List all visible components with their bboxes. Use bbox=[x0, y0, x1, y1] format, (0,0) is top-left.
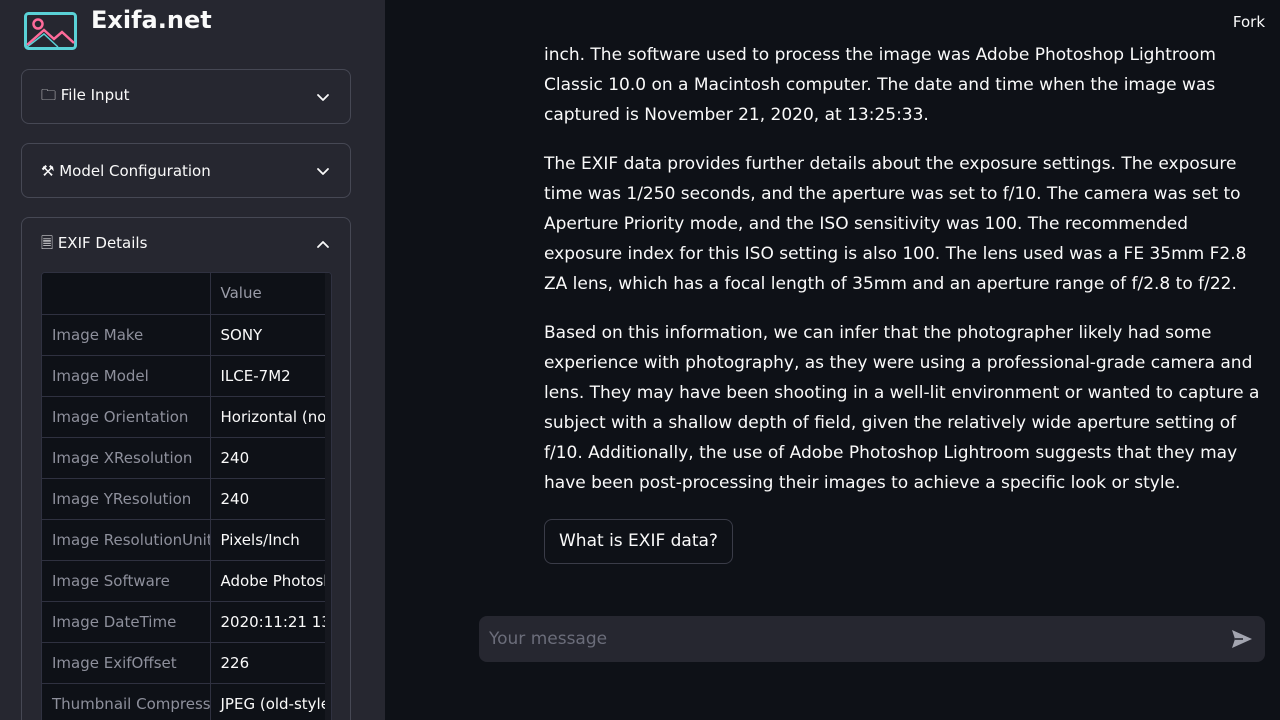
brand bbox=[24, 12, 77, 50]
message-input[interactable] bbox=[479, 616, 1219, 662]
table-row[interactable]: Image Model ILCE-7M2 bbox=[42, 355, 331, 397]
table-header-row: Value bbox=[42, 273, 331, 315]
exif-value-cell: 240 bbox=[210, 437, 331, 479]
file-input-label: 🗀 File Input bbox=[41, 85, 130, 104]
model-config-label: ⚒ Model Configuration bbox=[41, 162, 211, 180]
send-icon bbox=[1232, 630, 1252, 648]
sidebar: Exifa.net 🗀 File Input ⚒ Model Configura… bbox=[0, 0, 385, 720]
exif-value-cell: 226 bbox=[210, 642, 331, 684]
table-row[interactable]: Image Make SONY bbox=[42, 314, 331, 356]
exif-key-cell: Image YResolution bbox=[42, 478, 211, 520]
column-header-value[interactable]: Value bbox=[210, 273, 331, 315]
table-row[interactable]: Image ResolutionUnit Pixels/Inch bbox=[42, 519, 331, 561]
table-row[interactable]: Image YResolution 240 bbox=[42, 478, 331, 520]
message-paragraph: inch. The software used to process the i… bbox=[544, 45, 1216, 125]
table-row[interactable]: Image XResolution 240 bbox=[42, 437, 331, 479]
exif-key-cell: Image Software bbox=[42, 560, 211, 602]
exif-key-cell: Image XResolution bbox=[42, 437, 211, 479]
model-config-header[interactable]: ⚒ Model Configuration bbox=[22, 144, 350, 198]
column-header-key[interactable] bbox=[42, 273, 211, 315]
exif-value-cell: Horizontal (nori bbox=[210, 396, 331, 438]
exif-value-cell: 2020:11:21 13:2 bbox=[210, 601, 331, 643]
exif-value-cell: JPEG (old-style) bbox=[210, 683, 331, 720]
table-row[interactable]: Image DateTime2020:11:21 13:2 bbox=[42, 601, 331, 643]
chat-message: inch. The software used to process the i… bbox=[544, 40, 1264, 564]
table-row[interactable]: Thumbnail Compressio JPEG (old-style) bbox=[42, 683, 331, 720]
table-row[interactable]: Image Software Adobe Photosh bbox=[42, 560, 331, 602]
file-input-expander[interactable]: 🗀 File Input bbox=[21, 69, 351, 124]
exif-key-cell: Image ExifOffset bbox=[42, 642, 211, 684]
exif-details-expander[interactable]: 🗏 EXIF Details Value Image Make SONY Image… bbox=[21, 217, 351, 720]
chevron-down-icon bbox=[317, 168, 329, 175]
exif-details-header[interactable]: 🗏 EXIF Details bbox=[22, 218, 350, 272]
fork-link[interactable]: Fork bbox=[1233, 13, 1265, 31]
exif-details-label: 🗏 EXIF Details bbox=[41, 233, 148, 252]
exif-value-cell: SONY bbox=[210, 314, 331, 356]
suggestion-button[interactable]: What is EXIF data? bbox=[544, 519, 733, 564]
exif-value-cell: 240 bbox=[210, 478, 331, 520]
send-button[interactable] bbox=[1219, 616, 1265, 662]
chat-input-bar bbox=[479, 616, 1265, 662]
brand-title: Exifa.net bbox=[91, 6, 212, 34]
table-row[interactable]: Image ExifOffset 226 bbox=[42, 642, 331, 684]
exif-key-cell: Image DateTime bbox=[42, 601, 211, 643]
exif-value-cell: Adobe Photosh bbox=[210, 560, 331, 602]
model-config-expander[interactable]: ⚒ Model Configuration bbox=[21, 143, 351, 198]
table-row[interactable]: Image Orientation Horizontal (nori bbox=[42, 396, 331, 438]
exif-value-cell: ILCE-7M2 bbox=[210, 355, 331, 397]
exif-table: Value Image Make SONY Image Model ILCE-7M2 I… bbox=[42, 273, 331, 720]
chevron-up-icon bbox=[317, 241, 329, 248]
exif-value-cell: Pixels/Inch bbox=[210, 519, 331, 561]
exif-key-cell: Image Make bbox=[42, 314, 211, 356]
exif-key-cell: Thumbnail Compressio bbox=[42, 683, 211, 720]
file-input-header[interactable]: 🗀 File Input bbox=[22, 70, 350, 124]
exif-table-container[interactable]: Value Image Make SONY Image Model ILCE-7M2 I… bbox=[41, 272, 332, 720]
chevron-down-icon bbox=[317, 94, 329, 101]
table-scrollbar[interactable] bbox=[325, 273, 331, 720]
exif-key-cell: Image Orientation bbox=[42, 396, 211, 438]
image-logo-icon bbox=[24, 12, 77, 50]
exif-key-cell: Image ResolutionUnit bbox=[42, 519, 211, 561]
message-paragraph: The EXIF data provides further details a… bbox=[544, 154, 1247, 294]
exif-key-cell: Image Model bbox=[42, 355, 211, 397]
message-paragraph: Based on this information, we can infer … bbox=[544, 323, 1260, 493]
